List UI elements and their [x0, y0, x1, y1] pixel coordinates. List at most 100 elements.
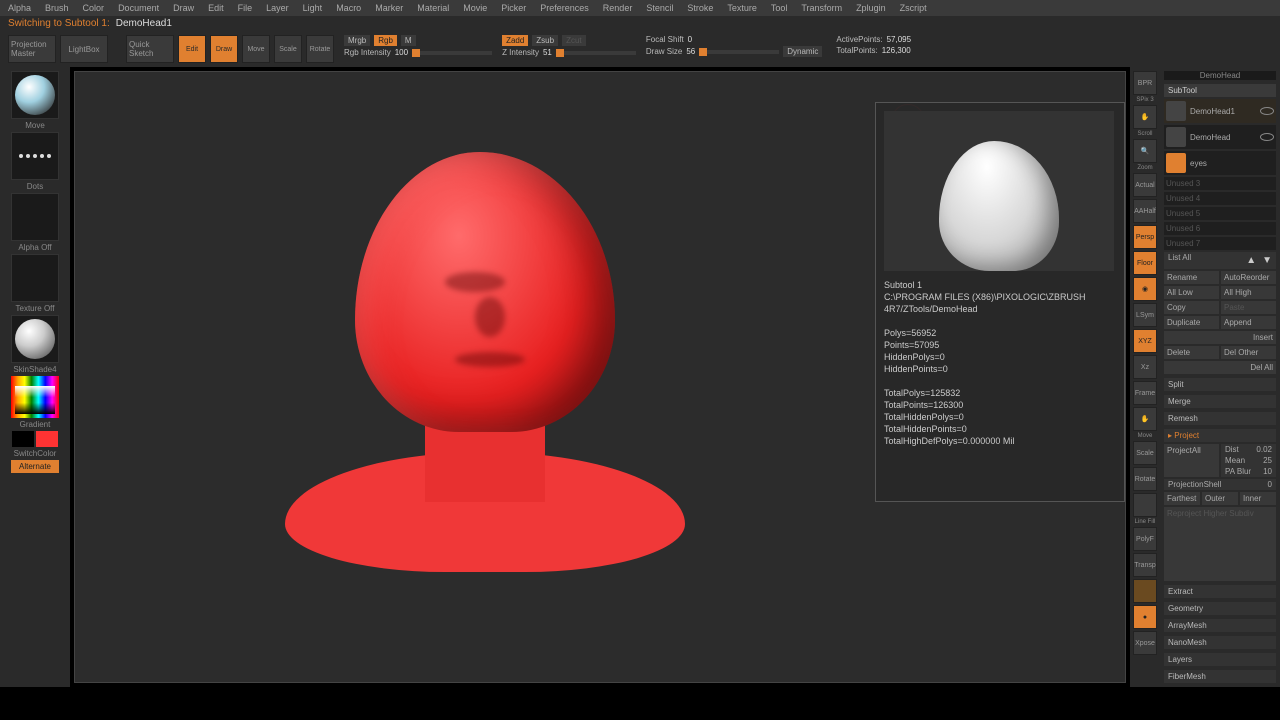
- list-all-button[interactable]: List All: [1168, 253, 1191, 268]
- menu-macro[interactable]: Macro: [336, 3, 361, 13]
- tool-preview[interactable]: DemoHead: [1164, 71, 1276, 80]
- rotate-view-button[interactable]: Rotate: [1133, 467, 1157, 491]
- alpha-selector[interactable]: [11, 193, 59, 241]
- reproject-button[interactable]: Reproject Higher Subdiv: [1164, 507, 1276, 581]
- inner-button[interactable]: Inner: [1240, 492, 1276, 505]
- draw-button[interactable]: Draw: [210, 35, 238, 63]
- lsym-button[interactable]: LSym: [1133, 303, 1157, 327]
- scroll-button[interactable]: ✋: [1133, 105, 1157, 129]
- secondary-color-swatch[interactable]: [12, 431, 34, 447]
- subtool-slot[interactable]: Unused 3: [1164, 177, 1276, 190]
- visibility-icon[interactable]: [1260, 133, 1274, 141]
- frame-button[interactable]: Frame: [1133, 381, 1157, 405]
- actual-button[interactable]: Actual: [1133, 173, 1157, 197]
- zadd-toggle[interactable]: Zadd: [502, 35, 528, 46]
- local-button[interactable]: ◉: [1133, 277, 1157, 301]
- menu-movie[interactable]: Movie: [463, 3, 487, 13]
- autoreorder-button[interactable]: AutoReorder: [1221, 271, 1276, 284]
- zoom-button[interactable]: 🔍: [1133, 139, 1157, 163]
- menu-alpha[interactable]: Alpha: [8, 3, 31, 13]
- stroke-selector[interactable]: [11, 132, 59, 180]
- project-all-button[interactable]: ProjectAll: [1164, 444, 1219, 477]
- switch-color-button[interactable]: SwitchColor: [14, 449, 57, 458]
- m-toggle[interactable]: M: [401, 35, 416, 46]
- lightbox-button[interactable]: LightBox: [60, 35, 108, 63]
- subtool-header[interactable]: SubTool: [1164, 84, 1276, 97]
- viewport[interactable]: Subtool 1 C:\PROGRAM FILES (X86)\PIXOLOG…: [74, 71, 1126, 683]
- move-down-icon[interactable]: ▼: [1262, 255, 1272, 266]
- texture-selector[interactable]: [11, 254, 59, 302]
- projection-shell-value[interactable]: 0: [1268, 480, 1272, 489]
- menu-texture[interactable]: Texture: [727, 3, 757, 13]
- subtool-item[interactable]: DemoHead1: [1164, 99, 1276, 123]
- dist-value[interactable]: 0.02: [1256, 445, 1272, 454]
- menu-file[interactable]: File: [238, 3, 253, 13]
- rotate-button[interactable]: Rotate: [306, 35, 334, 63]
- aahalf-button[interactable]: AAHalf: [1133, 199, 1157, 223]
- zcut-toggle[interactable]: Zcut: [562, 35, 586, 46]
- subtool-item[interactable]: eyes: [1164, 151, 1276, 175]
- fibermesh-section[interactable]: FiberMesh: [1164, 670, 1276, 683]
- project-section[interactable]: ▸ Project: [1164, 429, 1276, 442]
- scale-button[interactable]: Scale: [274, 35, 302, 63]
- append-button[interactable]: Append: [1221, 316, 1276, 329]
- menu-picker[interactable]: Picker: [501, 3, 526, 13]
- rgb-intensity-slider[interactable]: [412, 51, 492, 55]
- paste-button[interactable]: Paste: [1221, 301, 1276, 314]
- xyz-button[interactable]: XYZ: [1133, 329, 1157, 353]
- subtool-slot[interactable]: Unused 6: [1164, 222, 1276, 235]
- pa-blur-value[interactable]: 10: [1263, 467, 1272, 476]
- geometry-section[interactable]: Geometry: [1164, 602, 1276, 615]
- z-intensity-slider[interactable]: [556, 51, 636, 55]
- outer-button[interactable]: Outer: [1202, 492, 1238, 505]
- menu-stencil[interactable]: Stencil: [646, 3, 673, 13]
- menu-transform[interactable]: Transform: [801, 3, 842, 13]
- duplicate-button[interactable]: Duplicate: [1164, 316, 1219, 329]
- arraymesh-section[interactable]: ArrayMesh: [1164, 619, 1276, 632]
- remesh-section[interactable]: Remesh: [1164, 412, 1276, 425]
- persp-button[interactable]: Persp: [1133, 225, 1157, 249]
- ghost-button[interactable]: [1133, 579, 1157, 603]
- split-section[interactable]: Split: [1164, 378, 1276, 391]
- delete-button[interactable]: Delete: [1164, 346, 1219, 359]
- subtool-item[interactable]: DemoHead: [1164, 125, 1276, 149]
- xz-button[interactable]: Xz: [1133, 355, 1157, 379]
- rename-button[interactable]: Rename: [1164, 271, 1219, 284]
- draw-size-slider[interactable]: [699, 50, 779, 54]
- xpose-button[interactable]: Xpose: [1133, 631, 1157, 655]
- all-high-button[interactable]: All High: [1221, 286, 1276, 299]
- bpr-button[interactable]: BPR: [1133, 71, 1157, 95]
- move-view-button[interactable]: ✋: [1133, 407, 1157, 431]
- menu-brush[interactable]: Brush: [45, 3, 69, 13]
- merge-section[interactable]: Merge: [1164, 395, 1276, 408]
- menu-document[interactable]: Document: [118, 3, 159, 13]
- mrgb-toggle[interactable]: Mrgb: [344, 35, 370, 46]
- menu-preferences[interactable]: Preferences: [540, 3, 589, 13]
- menu-layer[interactable]: Layer: [266, 3, 289, 13]
- rgb-toggle[interactable]: Rgb: [374, 35, 397, 46]
- visibility-icon[interactable]: [1260, 107, 1274, 115]
- quick-sketch-button[interactable]: Quick Sketch: [126, 35, 174, 63]
- brush-selector[interactable]: [11, 71, 59, 119]
- color-picker[interactable]: [11, 376, 59, 418]
- move-button[interactable]: Move: [242, 35, 270, 63]
- farthest-button[interactable]: Farthest: [1164, 492, 1200, 505]
- insert-button[interactable]: Insert: [1164, 331, 1276, 344]
- material-selector[interactable]: [11, 315, 59, 363]
- menu-zplugin[interactable]: Zplugin: [856, 3, 886, 13]
- move-up-icon[interactable]: ▲: [1246, 255, 1256, 266]
- menu-render[interactable]: Render: [603, 3, 633, 13]
- menu-edit[interactable]: Edit: [208, 3, 224, 13]
- subtool-slot[interactable]: Unused 5: [1164, 207, 1276, 220]
- scale-view-button[interactable]: Scale: [1133, 441, 1157, 465]
- layers-section[interactable]: Layers: [1164, 653, 1276, 666]
- alternate-button[interactable]: Alternate: [11, 460, 59, 473]
- menu-light[interactable]: Light: [303, 3, 323, 13]
- mean-value[interactable]: 25: [1263, 456, 1272, 465]
- extract-section[interactable]: Extract: [1164, 585, 1276, 598]
- projection-master-button[interactable]: Projection Master: [8, 35, 56, 63]
- linefill-button[interactable]: [1133, 493, 1157, 517]
- transp-button[interactable]: Transp: [1133, 553, 1157, 577]
- primary-color-swatch[interactable]: [36, 431, 58, 447]
- menu-zscript[interactable]: Zscript: [900, 3, 927, 13]
